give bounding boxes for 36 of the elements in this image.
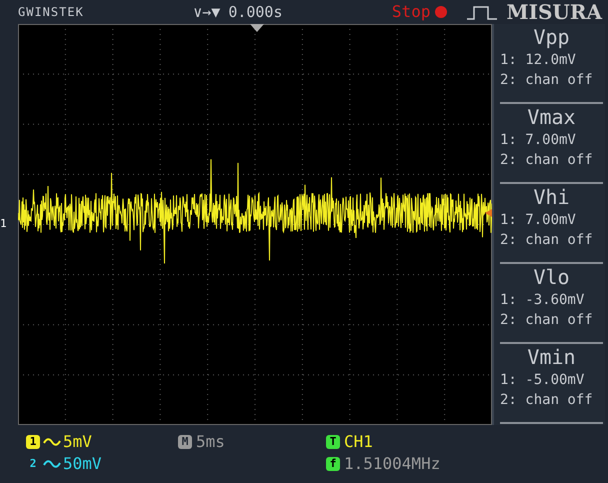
measurement-name: Vlo xyxy=(532,264,571,290)
measurement-value: 1: 7.00mV xyxy=(500,131,577,150)
ac-coupling-icon xyxy=(43,458,61,470)
measurement-name: Vmin xyxy=(526,344,577,370)
measurement-value: 2: chan off xyxy=(500,311,594,330)
timebase-value: 5ms xyxy=(196,431,225,453)
channel-label: 2 xyxy=(28,457,38,471)
overlay-label: MISURA xyxy=(506,0,602,26)
channel-marker: 1 xyxy=(0,216,8,232)
channel-badge: f xyxy=(326,457,340,471)
channel-badge: 1 xyxy=(26,435,40,449)
trigger-position-icon xyxy=(250,24,264,32)
brand-logo: GWINSTEK xyxy=(18,4,84,21)
ac-coupling-icon xyxy=(43,436,61,448)
measurement-value: 2: chan off xyxy=(500,71,594,90)
trigger-source: CH1 xyxy=(344,431,373,453)
pulse-icon xyxy=(466,4,498,20)
measurement-name: Vpp xyxy=(532,24,571,50)
channel-scale: 5mV xyxy=(63,431,92,453)
measurement-value: 2: chan off xyxy=(500,391,594,410)
time-offset: 0.000s xyxy=(228,2,282,23)
frequency-value: 1.51004MHz xyxy=(344,453,440,475)
measurement-value: 2: chan off xyxy=(500,151,594,170)
horizontal-glyphs: ∨→▼ xyxy=(193,2,220,23)
measurement-name: Vmax xyxy=(526,104,577,130)
measurement-value: 1: -5.00mV xyxy=(500,371,586,390)
channel-badge: M xyxy=(178,435,192,449)
channel-badge: T xyxy=(326,435,340,449)
measurement-value: 1: 7.00mV xyxy=(500,211,577,230)
measurement-value: 1: 12.0mV xyxy=(500,51,577,70)
channel-scale: 50mV xyxy=(63,453,102,475)
measurement-name: Vhi xyxy=(532,184,571,210)
run-state: Stop xyxy=(392,1,430,23)
stop-dot-icon xyxy=(434,5,448,19)
measurement-value: 2: chan off xyxy=(500,231,594,250)
measurement-value: 1: -3.60mV xyxy=(500,291,586,310)
